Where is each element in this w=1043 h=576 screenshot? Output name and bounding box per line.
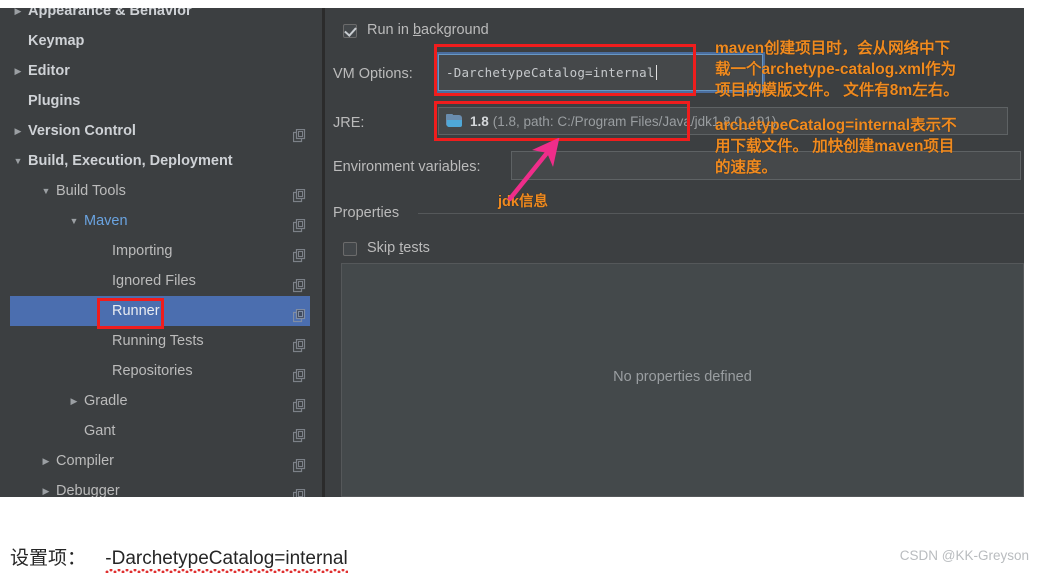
properties-section-label: Properties [333,205,400,221]
sidebar-item-label: Editor [28,63,70,79]
bottom-caption: 设置项： -DarchetypeCatalog=internal [10,543,348,570]
copy-settings-icon[interactable] [292,364,307,383]
copy-settings-icon[interactable] [292,274,307,293]
sidebar-item-label: Runner [112,303,160,319]
copy-settings-icon[interactable] [292,184,307,203]
properties-table[interactable]: No properties defined [341,263,1024,497]
copy-settings-icon[interactable] [292,454,307,473]
no-properties-message: No properties defined [613,369,752,385]
sidebar-item-keymap[interactable]: Keymap [10,26,321,56]
watermark: CSDN @KK-Greyson [899,548,1029,563]
chevron-right-icon[interactable]: ▶ [12,116,24,146]
sidebar-item-label: Repositories [112,363,193,379]
copy-settings-icon[interactable] [292,304,307,323]
sidebar-item-plugins[interactable]: Plugins [10,86,321,116]
ide-settings-dialog-screenshot: ▶ Appearance & Behavior Keymap ▶ Editor Plugi… [0,8,1024,497]
sidebar-item-label: Gradle [84,393,128,409]
tree-scrollbar-track[interactable] [310,8,629,497]
caption-prefix: 设置项： [10,548,87,569]
annotation-catalog-note: archetypeCatalog=internal表示不 用下载文件。 加快创建… [715,117,957,176]
run-in-background-checkbox[interactable] [343,24,357,38]
chevron-down-icon[interactable]: ▼ [68,206,80,236]
sidebar-item-label: Compiler [56,453,115,469]
sidebar-item-label: Version Control [28,123,136,139]
sidebar-item-gradle[interactable]: ▶ Gradle [10,386,321,416]
sidebar-item-label: Importing [112,243,173,259]
sidebar-item-editor[interactable]: ▶ Editor [10,56,321,86]
chevron-right-icon[interactable]: ▶ [12,56,24,86]
chevron-right-icon[interactable]: ▶ [12,8,24,26]
sidebar-item-label: Keymap [28,33,85,49]
folder-icon [446,114,463,128]
sidebar-item-running-tests[interactable]: Running Tests [10,326,321,356]
sidebar-item-label: Debugger [56,483,120,497]
annotation-jdk-note: jdk信息 [498,194,548,210]
copy-settings-icon[interactable] [292,124,307,143]
sidebar-item-appearance-behavior[interactable]: ▶ Appearance & Behavior [10,8,321,26]
sidebar-item-ignored-files[interactable]: Ignored Files [10,266,321,296]
sidebar-item-maven[interactable]: ▼ Maven [10,206,321,236]
caption-value: -DarchetypeCatalog=internal [105,548,348,569]
run-in-background-label: Run in background [367,22,489,38]
environment-variables-label: Environment variables: [333,159,481,175]
copy-settings-icon[interactable] [292,214,307,233]
properties-section-rule [418,213,1024,214]
jre-label: JRE: [333,115,365,131]
vm-options-label: VM Options: [333,66,413,82]
chevron-right-icon[interactable]: ▶ [40,476,52,497]
text-caret [655,65,657,80]
copy-settings-icon[interactable] [292,334,307,353]
copy-settings-icon[interactable] [292,484,307,497]
sidebar-item-debugger[interactable]: ▶ Debugger [10,476,321,497]
chevron-right-icon[interactable]: ▶ [68,386,80,416]
sidebar-item-build-execution-deployment[interactable]: ▼ Build, Execution, Deployment [10,146,321,176]
chevron-right-icon[interactable]: ▶ [40,446,52,476]
sidebar-item-label: Running Tests [112,333,204,349]
sidebar-item-build-tools[interactable]: ▼ Build Tools [10,176,321,206]
sidebar-item-repositories[interactable]: Repositories [10,356,321,386]
skip-tests-checkbox[interactable] [343,242,357,256]
sidebar-item-label: Maven [84,213,128,229]
sidebar-item-importing[interactable]: Importing [10,236,321,266]
sidebar-item-label: Build Tools [56,183,126,199]
sidebar-item-label: Plugins [28,93,81,109]
sidebar-item-runner[interactable]: Runner [10,296,321,326]
copy-settings-icon[interactable] [292,244,307,263]
sidebar-item-label: Appearance & Behavior [28,8,192,19]
jre-version: 1.8 [470,113,489,129]
sidebar-item-gant[interactable]: Gant [10,416,321,446]
chevron-down-icon[interactable]: ▼ [12,146,24,176]
annotation-vm-options-note: maven创建项目时，会从网络中下 载一个archetype-catalog.x… [715,40,959,99]
sidebar-item-label: Ignored Files [112,273,196,289]
skip-tests-label: Skip tests [367,240,430,256]
settings-tree[interactable]: ▶ Appearance & Behavior Keymap ▶ Editor Plugi… [10,8,321,497]
sidebar-item-compiler[interactable]: ▶ Compiler [10,446,321,476]
sidebar-item-label: Gant [84,423,116,439]
copy-settings-icon[interactable] [292,424,307,443]
sidebar-item-label: Build, Execution, Deployment [28,153,233,169]
sidebar-item-version-control[interactable]: ▶ Version Control [10,116,321,146]
vm-options-value: -DarchetypeCatalog=internal [446,65,655,80]
chevron-down-icon[interactable]: ▼ [40,176,52,206]
copy-settings-icon[interactable] [292,394,307,413]
